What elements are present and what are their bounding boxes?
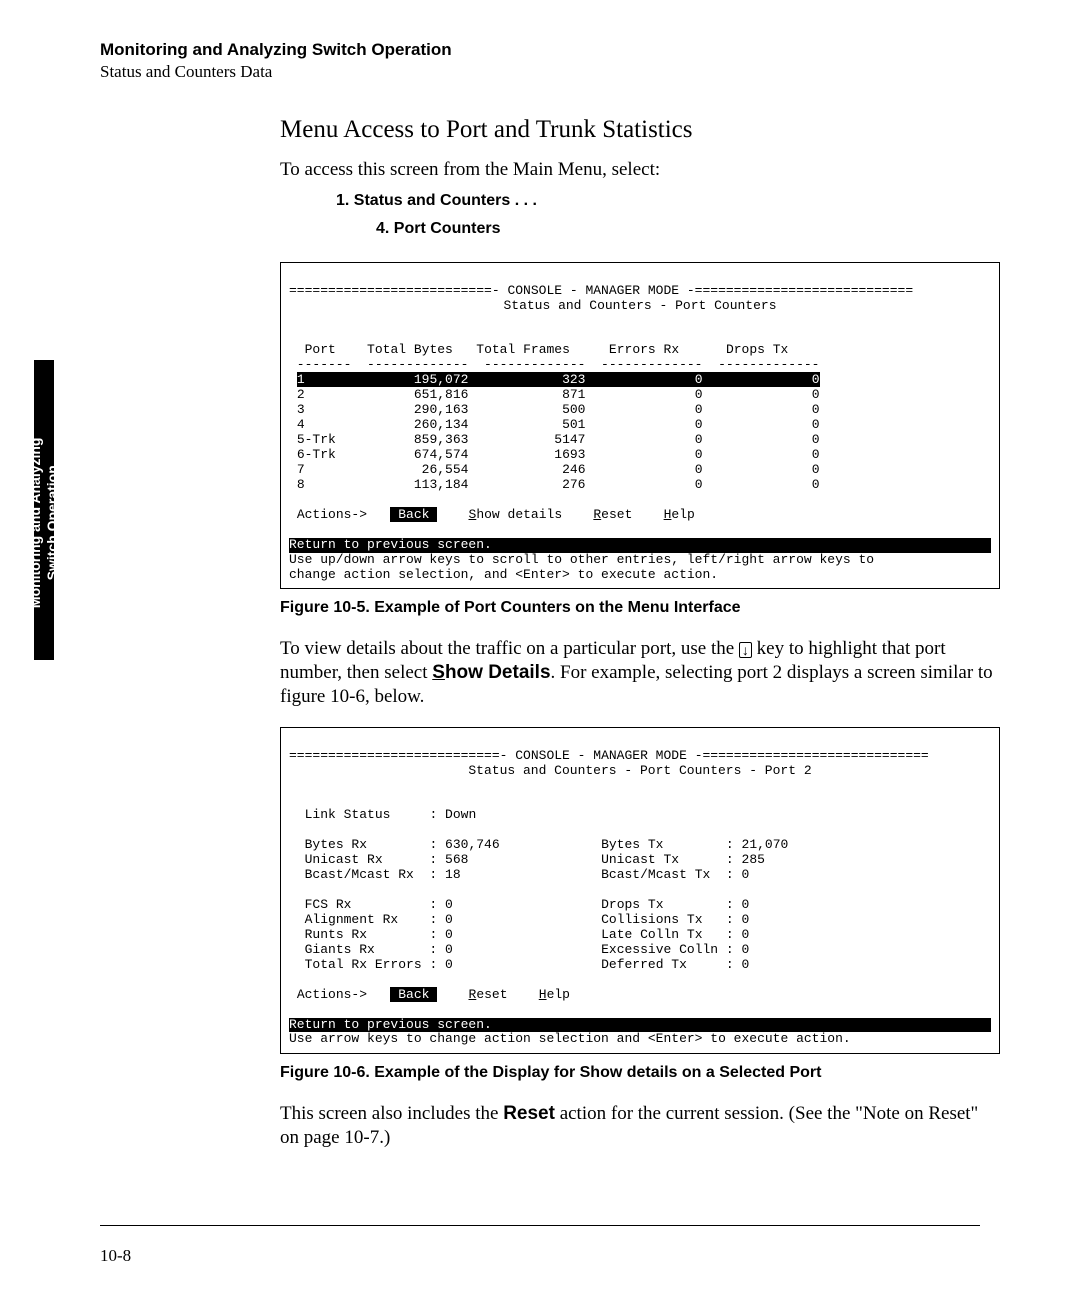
console1-help2: change action selection, and <Enter> to …: [289, 567, 718, 582]
action-show-details[interactable]: Show details: [469, 507, 563, 522]
side-tab-text: Monitoring and Analyzing Switch Operatio…: [27, 373, 61, 673]
side-tab-line2: Switch Operation: [44, 465, 60, 580]
console1-banner: ==========================- CONSOLE - MA…: [289, 283, 913, 298]
down-arrow-key-icon: ↓: [739, 642, 752, 658]
menu-step-2: 4. Port Counters: [376, 220, 1000, 238]
menu-step-1: 1. Status and Counters . . .: [336, 192, 1000, 210]
console1-banner-mid: CONSOLE - MANAGER MODE: [507, 283, 679, 298]
console2-return-line: Return to previous screen.: [289, 1018, 991, 1033]
row-8[interactable]: 8 113,184 276 0 0: [297, 477, 820, 492]
link-status-value: Down: [445, 807, 476, 822]
actions-label-2: Actions->: [297, 987, 367, 1002]
page: Monitoring and Analyzing Switch Operatio…: [0, 0, 1080, 1296]
figure-10-5-caption: Figure 10-5. Example of Port Counters on…: [280, 599, 1000, 617]
console-port-counters: ==========================- CONSOLE - MA…: [280, 262, 1000, 590]
col-port: Port: [305, 342, 336, 357]
para-mid: To view details about the traffic on a p…: [280, 637, 1000, 708]
header-subtitle: Status and Counters Data: [100, 62, 980, 82]
col-drops: Drops Tx: [726, 342, 788, 357]
col-errs: Errors Rx: [609, 342, 679, 357]
figure-10-6-caption: Figure 10-6. Example of the Display for …: [280, 1064, 1000, 1082]
header-title: Monitoring and Analyzing Switch Operatio…: [100, 40, 980, 60]
footer-rule: [100, 1225, 980, 1226]
console2-help1: Use arrow keys to change action selectio…: [289, 1031, 851, 1046]
row-3[interactable]: 3 290,163 500 0 0: [297, 402, 820, 417]
console2-banner: ===========================- CONSOLE - M…: [289, 748, 929, 763]
action-back-2[interactable]: Back: [390, 987, 437, 1002]
action-reset-2[interactable]: Reset: [469, 987, 508, 1002]
body-content: Menu Access to Port and Trunk Statistics…: [280, 116, 1000, 1150]
section-heading: Menu Access to Port and Trunk Statistics: [280, 116, 1000, 144]
console2-subtitle: Status and Counters - Port Counters - Po…: [289, 764, 991, 779]
row-6[interactable]: 6-Trk 674,574 1693 0 0: [297, 447, 820, 462]
action-help[interactable]: Help: [664, 507, 695, 522]
action-reset[interactable]: Reset: [593, 507, 632, 522]
page-number: 10-8: [100, 1246, 131, 1266]
row-7[interactable]: 7 26,554 246 0 0: [297, 462, 820, 477]
side-tab: Monitoring and Analyzing Switch Operatio…: [34, 360, 54, 660]
actions-label: Actions->: [297, 507, 367, 522]
intro-para: To access this screen from the Main Menu…: [280, 158, 1000, 182]
row-4[interactable]: 4 260,134 501 0 0: [297, 417, 820, 432]
col-frames: Total Frames: [476, 342, 570, 357]
action-back[interactable]: Back: [390, 507, 437, 522]
col-bytes: Total Bytes: [367, 342, 453, 357]
console1-help1: Use up/down arrow keys to scroll to othe…: [289, 552, 874, 567]
console1-return-line: Return to previous screen.: [289, 538, 991, 553]
row-1[interactable]: 1 195,072 323 0 0: [297, 372, 820, 387]
console1-subtitle: Status and Counters - Port Counters: [289, 299, 991, 314]
row-5[interactable]: 5-Trk 859,363 5147 0 0: [297, 432, 820, 447]
para-end: This screen also includes the Reset acti…: [280, 1102, 1000, 1150]
reset-bold: Reset: [503, 1103, 555, 1124]
action-help-2[interactable]: Help: [539, 987, 570, 1002]
side-tab-line1: Monitoring and Analyzing: [27, 438, 43, 609]
row-2[interactable]: 2 651,816 871 0 0: [297, 387, 820, 402]
console2-banner-mid: CONSOLE - MANAGER MODE: [515, 748, 687, 763]
link-status-label: Link Status: [305, 807, 391, 822]
console-port-detail: ===========================- CONSOLE - M…: [280, 727, 1000, 1055]
